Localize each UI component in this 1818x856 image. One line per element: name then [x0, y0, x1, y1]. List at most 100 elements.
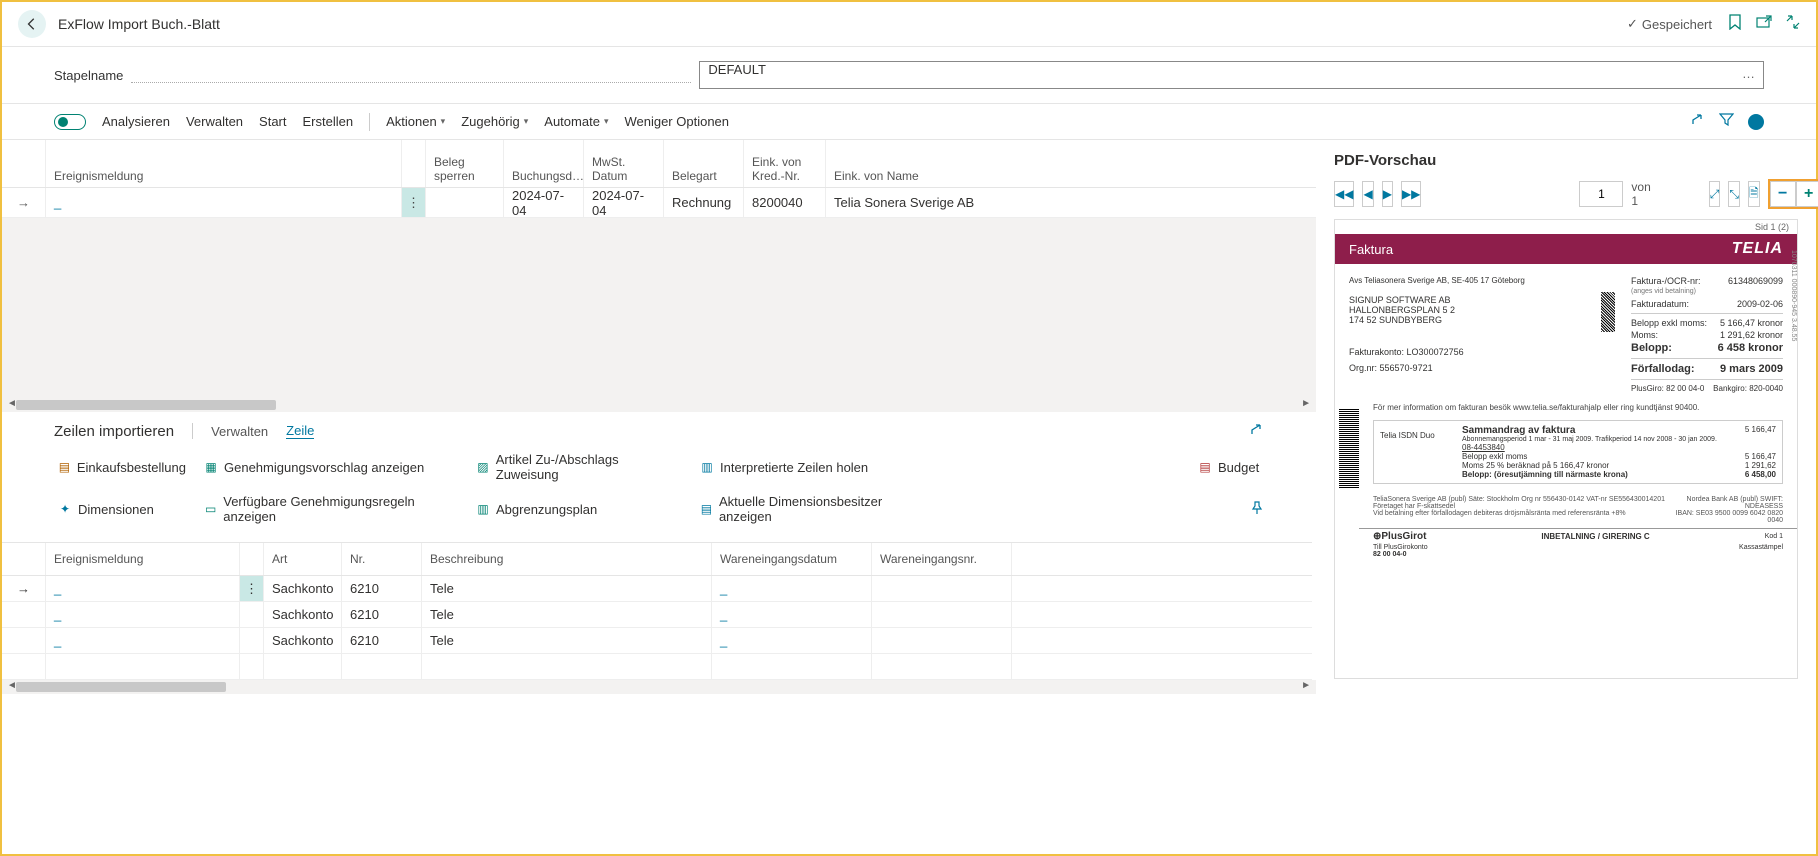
row-menu-icon[interactable] — [240, 628, 264, 653]
info-icon[interactable]: i — [1748, 114, 1764, 130]
saved-status: ✓ Gespeichert — [1627, 16, 1712, 32]
purchase-order-action[interactable]: ▤Einkaufsbestellung — [54, 450, 190, 484]
cell-type[interactable]: Sachkonto — [264, 602, 342, 627]
cell-wr-no[interactable] — [872, 628, 1012, 653]
cell-posting-date[interactable]: 2024-07-04 — [504, 188, 584, 217]
deferral-plan-action[interactable]: ▥Abgrenzungsplan — [472, 492, 686, 526]
related-menu[interactable]: Zugehörig▾ — [461, 114, 528, 129]
lines-manage[interactable]: Verwalten — [211, 424, 268, 439]
line-row-empty[interactable] — [2, 654, 1312, 680]
cell-vendor-name[interactable]: Telia Sonera Sverige AB — [826, 188, 1006, 217]
cell-type[interactable]: Sachkonto — [264, 628, 342, 653]
stapelname-input[interactable]: DEFAULT — [699, 61, 1764, 89]
horizontal-scrollbar[interactable]: ◄ ► — [2, 398, 1316, 412]
analyze-toggle[interactable] — [54, 114, 86, 130]
cell-no[interactable]: 6210 — [342, 628, 422, 653]
cell-no[interactable]: 6210 — [342, 602, 422, 627]
col-type[interactable]: Art — [264, 543, 342, 575]
prev-page-button[interactable]: ◀ — [1362, 181, 1373, 207]
row-menu-icon[interactable] — [240, 602, 264, 627]
fetch-icon: ▥ — [700, 460, 714, 474]
interpreted-lines-action[interactable]: ▥Interpretierte Zeilen holen — [696, 450, 926, 484]
col-vat-date[interactable]: MwSt. Datum — [584, 140, 664, 187]
cell-type[interactable]: Sachkonto — [264, 576, 342, 601]
col-no[interactable]: Nr. — [342, 543, 422, 575]
fit-width-button[interactable]: ⤢ — [1709, 181, 1721, 207]
cell-desc[interactable]: Tele — [422, 602, 712, 627]
cell-wr-date[interactable]: _ — [712, 602, 872, 627]
cell-no[interactable]: 6210 — [342, 576, 422, 601]
cell-wr-date[interactable]: _ — [712, 576, 872, 601]
approval-rules-action[interactable]: ▭Verfügbare Genehmigungsregeln anzeigen — [200, 492, 462, 526]
scroll-thumb[interactable] — [16, 682, 226, 692]
col-receipt-no[interactable]: Wareneingangsnr. — [872, 543, 1012, 575]
actions-menu[interactable]: Aktionen▾ — [386, 114, 445, 129]
page-indicator: Sid 1 (2) — [1335, 220, 1797, 234]
scroll-thumb[interactable] — [16, 400, 276, 410]
start-menu[interactable]: Start — [259, 114, 286, 129]
zoom-in-button[interactable]: + — [1796, 181, 1818, 207]
invoice-footer: TeliaSonera Sverige AB (publ) Säte: Stoc… — [1359, 492, 1797, 528]
cell-event[interactable]: _ — [46, 188, 402, 217]
pin-icon[interactable] — [1250, 501, 1264, 518]
col-lock[interactable]: Beleg sperren — [426, 140, 504, 187]
lines-line[interactable]: Zeile — [286, 423, 314, 439]
filter-icon[interactable] — [1719, 112, 1734, 131]
popout-icon[interactable] — [1756, 15, 1772, 33]
zoom-out-button[interactable]: − — [1770, 181, 1796, 207]
share-icon[interactable] — [1690, 112, 1705, 131]
lines-scrollbar[interactable]: ◄ ► — [2, 680, 1316, 694]
automate-menu[interactable]: Automate▾ — [544, 114, 608, 129]
col-vendor-no[interactable]: Eink. von Kred.-Nr. — [744, 140, 826, 187]
col-vendor-name[interactable]: Eink. von Name — [826, 140, 1006, 187]
pdf-document[interactable]: Sid 1 (2) Faktura TELIA 1070311 000890-9… — [1334, 219, 1798, 679]
cell-wr-no[interactable] — [872, 602, 1012, 627]
cell-wr-date[interactable]: _ — [712, 628, 872, 653]
cell-event[interactable]: _ — [46, 602, 240, 627]
back-button[interactable] — [18, 10, 46, 38]
rotate-button[interactable]: 🗎 — [1748, 181, 1760, 207]
approval-suggestion-action[interactable]: ▦Genehmigungsvorschlag anzeigen — [200, 450, 462, 484]
col-posting-date[interactable]: Buchungsd… — [504, 140, 584, 187]
col-desc[interactable]: Beschreibung — [422, 543, 712, 575]
giro-slip: ⊕PlusGirot INBETALNING / GIRERING C Kod … — [1359, 528, 1797, 544]
cell-lock[interactable] — [426, 188, 504, 217]
page-number-input[interactable] — [1579, 181, 1623, 207]
next-page-button[interactable]: ▶ — [1382, 181, 1393, 207]
budget-action[interactable]: ▤Budget — [1194, 450, 1264, 484]
cell-doc-type[interactable]: Rechnung — [664, 188, 744, 217]
cell-vendor-no[interactable]: 8200040 — [744, 188, 826, 217]
fit-page-button[interactable]: ⤡ — [1728, 181, 1740, 207]
create-menu[interactable]: Erstellen — [303, 114, 354, 129]
first-page-button[interactable]: ◀◀ — [1334, 181, 1354, 207]
line-row[interactable]: → _ ⋮ Sachkonto 6210 Tele _ — [2, 576, 1312, 602]
manage-menu[interactable]: Verwalten — [186, 114, 243, 129]
last-page-button[interactable]: ▶▶ — [1401, 181, 1421, 207]
col-doc-type[interactable]: Belegart — [664, 140, 744, 187]
cell-desc[interactable]: Tele — [422, 628, 712, 653]
scroll-right-icon[interactable]: ► — [1298, 398, 1314, 409]
row-menu-icon[interactable]: ⋮ — [402, 188, 426, 217]
row-menu-icon[interactable]: ⋮ — [240, 576, 264, 601]
line-row[interactable]: _ Sachkonto 6210 Tele _ — [2, 602, 1312, 628]
scroll-right-icon[interactable]: ► — [1298, 680, 1314, 691]
share-lines-icon[interactable] — [1249, 422, 1264, 440]
collapse-icon[interactable] — [1786, 15, 1800, 33]
charge-icon: ▨ — [476, 460, 490, 474]
line-row[interactable]: _ Sachkonto 6210 Tele _ — [2, 628, 1312, 654]
cell-event[interactable]: _ — [46, 628, 240, 653]
dimensions-action[interactable]: ✦Dimensionen — [54, 492, 190, 526]
analyze-menu[interactable]: Analysieren — [102, 114, 170, 129]
cell-vat-date[interactable]: 2024-07-04 — [584, 188, 664, 217]
bookmark-icon[interactable] — [1728, 14, 1742, 34]
col-line-event[interactable]: Ereignismeldung — [46, 543, 240, 575]
cell-event[interactable]: _ — [46, 576, 240, 601]
cell-desc[interactable]: Tele — [422, 576, 712, 601]
dimension-owners-action[interactable]: ▤Aktuelle Dimensionsbesitzer anzeigen — [696, 492, 926, 526]
journal-row[interactable]: → _ ⋮ 2024-07-04 2024-07-04 Rechnung 820… — [2, 188, 1316, 218]
fewer-options[interactable]: Weniger Optionen — [624, 114, 729, 129]
item-charge-action[interactable]: ▨Artikel Zu-/Abschlags Zuweisung — [472, 450, 686, 484]
col-event[interactable]: Ereignismeldung — [46, 140, 402, 187]
cell-wr-no[interactable] — [872, 576, 1012, 601]
col-receipt-date[interactable]: Wareneingangsdatum — [712, 543, 872, 575]
